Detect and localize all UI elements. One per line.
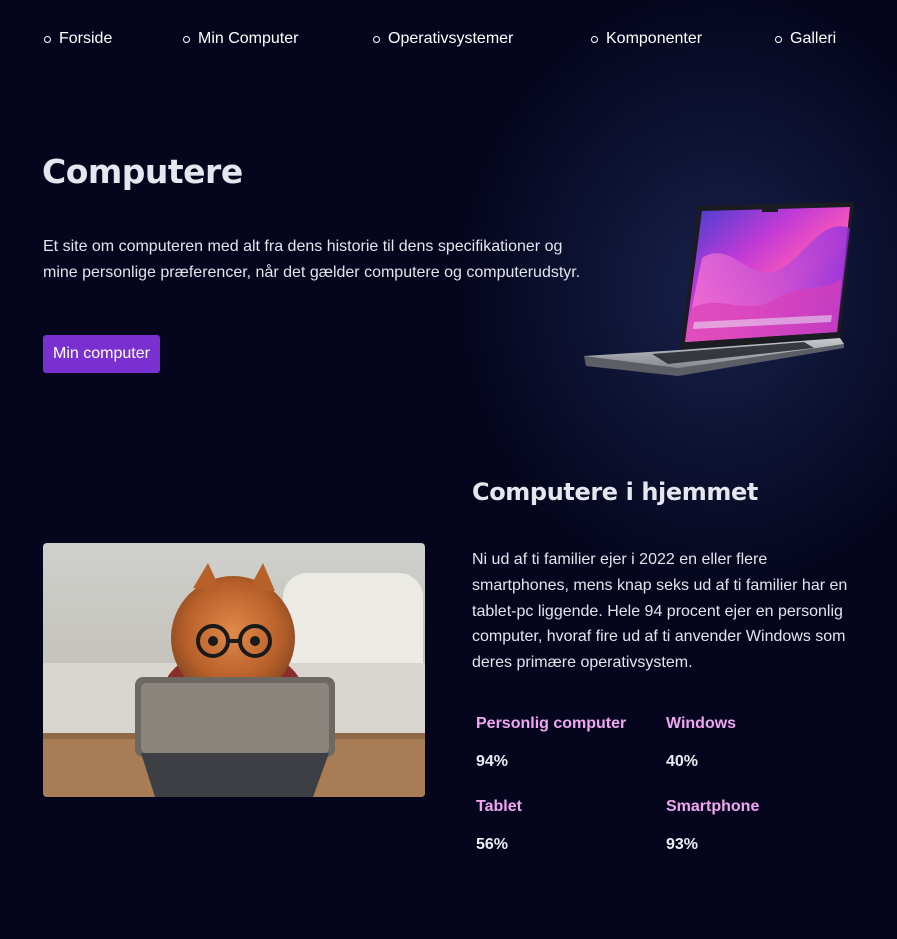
nav-item-forside[interactable]: Forside <box>44 30 112 48</box>
page: Forside Min Computer Operativsystemer Ko… <box>0 0 897 939</box>
nav-item-operativsystemer[interactable]: Operativsystemer <box>373 30 513 48</box>
nav-item-galleri[interactable]: Galleri <box>775 30 836 48</box>
bullet-icon <box>183 35 190 43</box>
bullet-icon <box>591 35 598 43</box>
stat-value: 40% <box>666 753 699 770</box>
stat-value: 93% <box>666 836 699 853</box>
nav-item-label: Komponenter <box>606 30 703 47</box>
stat-label: Personlig computer <box>476 715 627 732</box>
nav-item-label: Galleri <box>790 30 837 47</box>
nav-item-min-computer[interactable]: Min Computer <box>183 30 298 48</box>
dog-with-tablet-image <box>43 543 425 797</box>
main-nav: Forside Min Computer Operativsystemer Ko… <box>42 30 839 52</box>
bullet-icon <box>44 35 51 43</box>
stat-label: Windows <box>666 715 737 732</box>
hero-description: Et site om computeren med alt fra dens h… <box>43 238 581 281</box>
section-title: Computere i hjemmet <box>472 478 758 506</box>
stat-value: 94% <box>476 753 509 770</box>
bullet-icon <box>373 35 380 43</box>
nav-item-label: Operativsystemer <box>388 30 514 47</box>
nav-item-label: Forside <box>59 30 113 47</box>
stat-value: 56% <box>476 836 509 853</box>
stat-label: Tablet <box>476 798 522 815</box>
bullet-icon <box>775 35 782 43</box>
stat-label: Smartphone <box>666 798 760 815</box>
page-title: Computere <box>42 152 243 191</box>
min-computer-button[interactable]: Min computer <box>43 335 160 373</box>
nav-item-komponenter[interactable]: Komponenter <box>591 30 702 48</box>
section-description: Ni ud af ti familier ejer i 2022 en elle… <box>472 551 848 672</box>
laptop-image <box>584 202 854 376</box>
nav-item-label: Min Computer <box>198 30 299 47</box>
